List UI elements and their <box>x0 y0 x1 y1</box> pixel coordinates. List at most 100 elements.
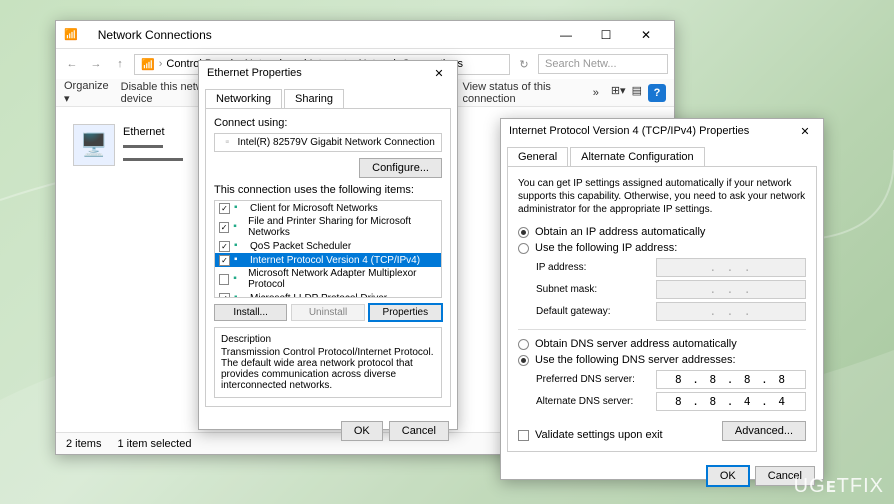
list-item[interactable]: ✓ ▪ Microsoft LLDP Protocol Driver <box>215 291 441 298</box>
checkbox-icon[interactable]: ✓ <box>219 255 230 266</box>
organize-menu[interactable]: Organize ▾ <box>64 80 109 105</box>
subnet-label: Subnet mask: <box>536 284 656 295</box>
list-item-label: QoS Packet Scheduler <box>250 241 351 252</box>
tab-networking[interactable]: Networking <box>205 89 282 108</box>
search-input[interactable]: Search Netw... <box>538 54 668 74</box>
obtain-dns-label: Obtain DNS server address automatically <box>535 338 737 350</box>
list-item-label: Microsoft Network Adapter Multiplexor Pr… <box>248 268 437 290</box>
obtain-dns-radio-row[interactable]: Obtain DNS server address automatically <box>518 338 806 350</box>
install-button[interactable]: Install... <box>214 304 287 321</box>
ipv4-properties-dialog: Internet Protocol Version 4 (TCP/IPv4) P… <box>500 118 824 480</box>
window-title: Network Connections <box>78 28 546 42</box>
use-dns-label: Use the following DNS server addresses: <box>535 354 736 366</box>
connection-name: Ethernet <box>123 125 183 139</box>
close-icon[interactable]: ✕ <box>795 125 815 138</box>
list-item[interactable]: ✓ ▪ File and Printer Sharing for Microsoft… <box>215 215 441 239</box>
checkbox-icon[interactable]: ✓ <box>219 203 230 214</box>
checkbox-icon[interactable] <box>219 274 229 285</box>
item-count: 2 items <box>66 438 101 450</box>
cancel-button[interactable]: Cancel <box>389 421 449 441</box>
view-toggle-icon[interactable]: ⊞▾ <box>611 84 626 102</box>
qos-icon: ▪ <box>234 240 246 252</box>
dialog-titlebar: Internet Protocol Version 4 (TCP/IPv4) P… <box>501 119 823 143</box>
radio-icon <box>518 243 529 254</box>
selected-count: 1 item selected <box>117 438 191 450</box>
dialog-titlebar: Ethernet Properties ✕ <box>199 61 457 85</box>
ok-button[interactable]: OK <box>341 421 383 441</box>
radio-icon <box>518 227 529 238</box>
list-item-label: Microsoft LLDP Protocol Driver <box>250 293 387 299</box>
connection-sub: ▬▬▬▬ <box>123 139 183 152</box>
advanced-button[interactable]: Advanced... <box>722 421 806 441</box>
back-button[interactable]: ← <box>62 58 82 70</box>
general-panel: You can get IP settings assigned automat… <box>507 166 817 452</box>
view-status-button[interactable]: View status of this connection <box>462 81 580 105</box>
help-icon[interactable]: ? <box>648 84 666 102</box>
connect-using-label: Connect using: <box>214 117 442 129</box>
properties-button[interactable]: Properties <box>369 304 442 321</box>
preview-pane-icon[interactable]: ▤ <box>632 84 642 102</box>
description-text: Transmission Control Protocol/Internet P… <box>221 347 435 391</box>
obtain-ip-radio-row[interactable]: Obtain an IP address automatically <box>518 226 806 238</box>
configure-button[interactable]: Configure... <box>359 158 442 178</box>
checkbox-icon[interactable]: ✓ <box>219 293 230 299</box>
use-ip-label: Use the following IP address: <box>535 242 677 254</box>
list-item[interactable]: ✓▪Internet Protocol Version 4 (TCP/IPv4) <box>215 253 441 267</box>
tabs: Networking Sharing <box>199 85 457 108</box>
lldp-icon: ▪ <box>234 292 246 298</box>
checkbox-icon[interactable]: ✓ <box>219 241 230 252</box>
adapter-field: ▫️ Intel(R) 82579V Gigabit Network Conne… <box>214 133 442 152</box>
up-button[interactable]: ↑ <box>110 58 130 70</box>
folder-icon: 📶 <box>64 28 78 41</box>
client-icon: ▪ <box>234 202 246 214</box>
radio-icon <box>518 355 529 366</box>
tab-sharing[interactable]: Sharing <box>284 89 344 108</box>
subnet-input: . . . <box>656 280 806 299</box>
description-box: Description Transmission Control Protoco… <box>214 327 442 398</box>
ok-button[interactable]: OK <box>707 466 749 486</box>
uninstall-button[interactable]: Uninstall <box>291 304 364 321</box>
validate-label: Validate settings upon exit <box>535 429 663 441</box>
gateway-label: Default gateway: <box>536 306 656 317</box>
networking-panel: Connect using: ▫️ Intel(R) 82579V Gigabi… <box>205 108 451 407</box>
nic-icon: ▫️ <box>221 137 233 148</box>
share-icon: ▪ <box>233 221 244 233</box>
validate-checkbox-row[interactable]: Validate settings upon exit <box>518 429 663 441</box>
close-icon[interactable]: ✕ <box>429 67 449 80</box>
network-icon: 📶 <box>141 58 155 71</box>
tab-alternate[interactable]: Alternate Configuration <box>570 147 705 166</box>
gateway-input: . . . <box>656 302 806 321</box>
connection-sub2: ▬▬▬▬▬▬ <box>123 152 183 165</box>
alt-dns-input[interactable]: 8 . 8 . 4 . 4 <box>656 392 806 411</box>
items-label: This connection uses the following items… <box>214 184 442 196</box>
titlebar: 📶 Network Connections — ☐ ✕ <box>56 21 674 49</box>
pref-dns-label: Preferred DNS server: <box>536 374 656 385</box>
close-button[interactable]: ✕ <box>626 22 666 48</box>
checkbox-icon <box>518 430 529 441</box>
ip-address-input: . . . <box>656 258 806 277</box>
alt-dns-label: Alternate DNS server: <box>536 396 656 407</box>
radio-icon <box>518 339 529 350</box>
more-button[interactable]: » <box>593 87 599 99</box>
adapter-name: Intel(R) 82579V Gigabit Network Connecti… <box>237 137 434 148</box>
refresh-button[interactable]: ↻ <box>514 58 534 71</box>
tab-general[interactable]: General <box>507 147 568 166</box>
minimize-button[interactable]: — <box>546 22 586 48</box>
list-item[interactable]: ▪Microsoft Network Adapter Multiplexor P… <box>215 267 441 291</box>
list-item[interactable]: ✓ ▪ QoS Packet Scheduler <box>215 239 441 253</box>
network-items-list[interactable]: ✓▪Client for Microsoft Networks✓▪File an… <box>214 200 442 298</box>
list-item-label: File and Printer Sharing for Microsoft N… <box>248 216 437 238</box>
use-ip-radio-row[interactable]: Use the following IP address: <box>518 242 806 254</box>
forward-button[interactable]: → <box>86 58 106 70</box>
list-item[interactable]: ✓ ▪ Client for Microsoft Networks <box>215 201 441 215</box>
dialog-title: Internet Protocol Version 4 (TCP/IPv4) P… <box>509 125 795 137</box>
list-item-label: Client for Microsoft Networks <box>250 203 378 214</box>
maximize-button[interactable]: ☐ <box>586 22 626 48</box>
tabs: General Alternate Configuration <box>501 143 823 166</box>
description-label: Description <box>221 334 435 345</box>
pref-dns-input[interactable]: 8 . 8 . 8 . 8 <box>656 370 806 389</box>
checkbox-icon[interactable]: ✓ <box>219 222 229 233</box>
obtain-ip-label: Obtain an IP address automatically <box>535 226 705 238</box>
use-dns-radio-row[interactable]: Use the following DNS server addresses: <box>518 354 806 366</box>
ip-address-label: IP address: <box>536 262 656 273</box>
